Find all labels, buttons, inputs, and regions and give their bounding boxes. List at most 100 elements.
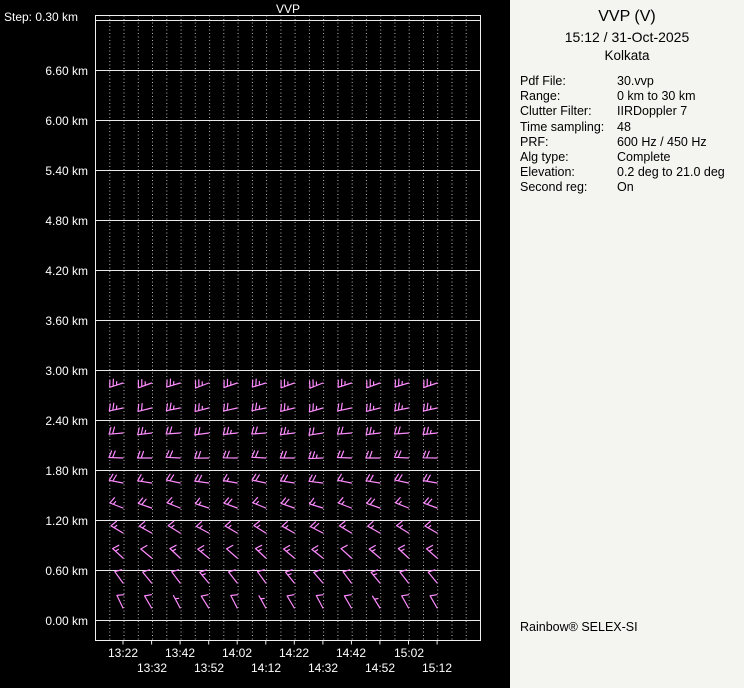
y-axis-label: 6.60 km [45, 64, 88, 78]
wind-barb [194, 403, 210, 413]
field-value: Complete [617, 150, 671, 165]
wind-barb [394, 473, 410, 484]
vvp-app-window: VVP Step: 0.30 km 0.00 km 0.60 km 1.20 km 1… [0, 0, 744, 688]
wind-barb [371, 595, 381, 609]
field-value: 0 km to 30 km [617, 89, 696, 104]
wind-barb [258, 595, 267, 609]
wind-barb [313, 569, 324, 584]
wind-barb [171, 569, 181, 584]
wind-barb [397, 544, 410, 559]
info-field-row: Alg type: Complete [520, 150, 744, 165]
field-value: IIRDoppler 7 [617, 104, 688, 119]
field-value: 600 Hz / 450 Hz [617, 134, 707, 149]
wind-barb [226, 544, 238, 559]
wind-barb [429, 594, 438, 609]
wind-barb [422, 402, 438, 412]
wind-barb [340, 544, 352, 559]
info-field-row: Second reg: On [520, 180, 744, 195]
wind-barb [197, 545, 210, 559]
info-field-row: Range: 0 km to 30 km [520, 89, 744, 104]
wind-barb [280, 497, 295, 509]
field-value: 30.vvp [617, 74, 654, 88]
wind-barb [140, 544, 153, 559]
y-axis-label: 4.20 km [45, 264, 88, 278]
field-label: Pdf File: [520, 74, 566, 88]
x-axis-ticks [122, 640, 438, 645]
wind-barb [337, 473, 352, 484]
wind-barb [424, 520, 438, 534]
wind-barb [343, 594, 352, 609]
wind-barb [108, 402, 124, 412]
wind-barb [342, 569, 352, 584]
wind-barbs [108, 378, 438, 609]
wind-barb [337, 497, 352, 509]
wind-barb [336, 450, 352, 459]
wind-barb [165, 450, 181, 459]
wind-barb [423, 378, 438, 389]
x-axis-label: 14:42 [335, 646, 367, 660]
wind-barb [112, 544, 124, 559]
wind-barb [396, 520, 410, 534]
x-axis-label: 14:52 [364, 661, 396, 675]
wind-barb [114, 569, 124, 584]
wind-barb [137, 379, 153, 389]
wind-barb [142, 569, 153, 584]
y-axis-label: 1.20 km [45, 514, 88, 528]
wind-barb [251, 450, 267, 459]
product-title: VVP (V) [598, 8, 656, 25]
wind-barb [256, 569, 267, 584]
wind-barb [110, 520, 124, 534]
y-axis-label: 2.40 km [45, 414, 88, 428]
x-axis-label: 14:12 [250, 661, 282, 675]
wind-barb [279, 450, 295, 459]
site-name: Kolkata [604, 48, 650, 63]
wind-barb [337, 402, 352, 412]
wind-barb [223, 378, 238, 389]
y-axis-label: 6.00 km [45, 114, 88, 128]
x-axis-label: 13:32 [136, 661, 168, 675]
plot-canvas [95, 15, 481, 645]
product-datetime: 15:12 / 31-Oct-2025 [564, 29, 690, 45]
wind-barb [137, 426, 153, 436]
wind-barb [223, 402, 238, 412]
wind-barb [222, 450, 238, 459]
wind-barb [308, 497, 324, 509]
wind-barb [166, 497, 181, 509]
info-field-row: Time sampling: 48 [520, 120, 744, 135]
wind-barb [108, 450, 124, 459]
wind-barb [222, 473, 238, 484]
wind-barb [401, 594, 410, 609]
field-value: On [617, 180, 634, 195]
wind-barb [308, 403, 324, 413]
wind-barb [281, 521, 295, 534]
field-label: Second reg: [520, 180, 588, 195]
wind-barb [279, 474, 295, 484]
wind-barb [138, 521, 153, 534]
info-field-row: Clutter Filter: IIRDoppler 7 [520, 104, 744, 119]
wind-barb [422, 450, 438, 459]
wind-barb [169, 544, 181, 559]
field-value: 0.2 deg to 21.0 deg [617, 165, 725, 180]
x-axis-label: 13:52 [193, 661, 225, 675]
field-label: Time sampling: [520, 119, 605, 134]
field-value: 48 [617, 119, 631, 134]
wind-barb [284, 569, 295, 584]
wind-barb [337, 378, 352, 388]
field-label: PRF: [520, 134, 549, 149]
wind-barb [365, 474, 381, 484]
wind-barb [338, 520, 352, 534]
wind-barb [144, 594, 153, 609]
field-label: Clutter Filter: [520, 104, 592, 119]
wind-barb [425, 544, 438, 559]
wind-barb [108, 473, 124, 484]
wind-barb [137, 450, 153, 459]
wind-barb [393, 426, 410, 435]
x-axis-label: 15:12 [421, 661, 453, 675]
wind-barb [280, 379, 295, 389]
chart-title: VVP [275, 2, 300, 16]
info-field-row: PRF: 600 Hz / 450 Hz [520, 135, 744, 150]
wind-barb [165, 426, 181, 435]
wind-barb [116, 594, 125, 609]
wind-barb [199, 569, 210, 584]
x-axis-label: 13:22 [107, 646, 139, 660]
